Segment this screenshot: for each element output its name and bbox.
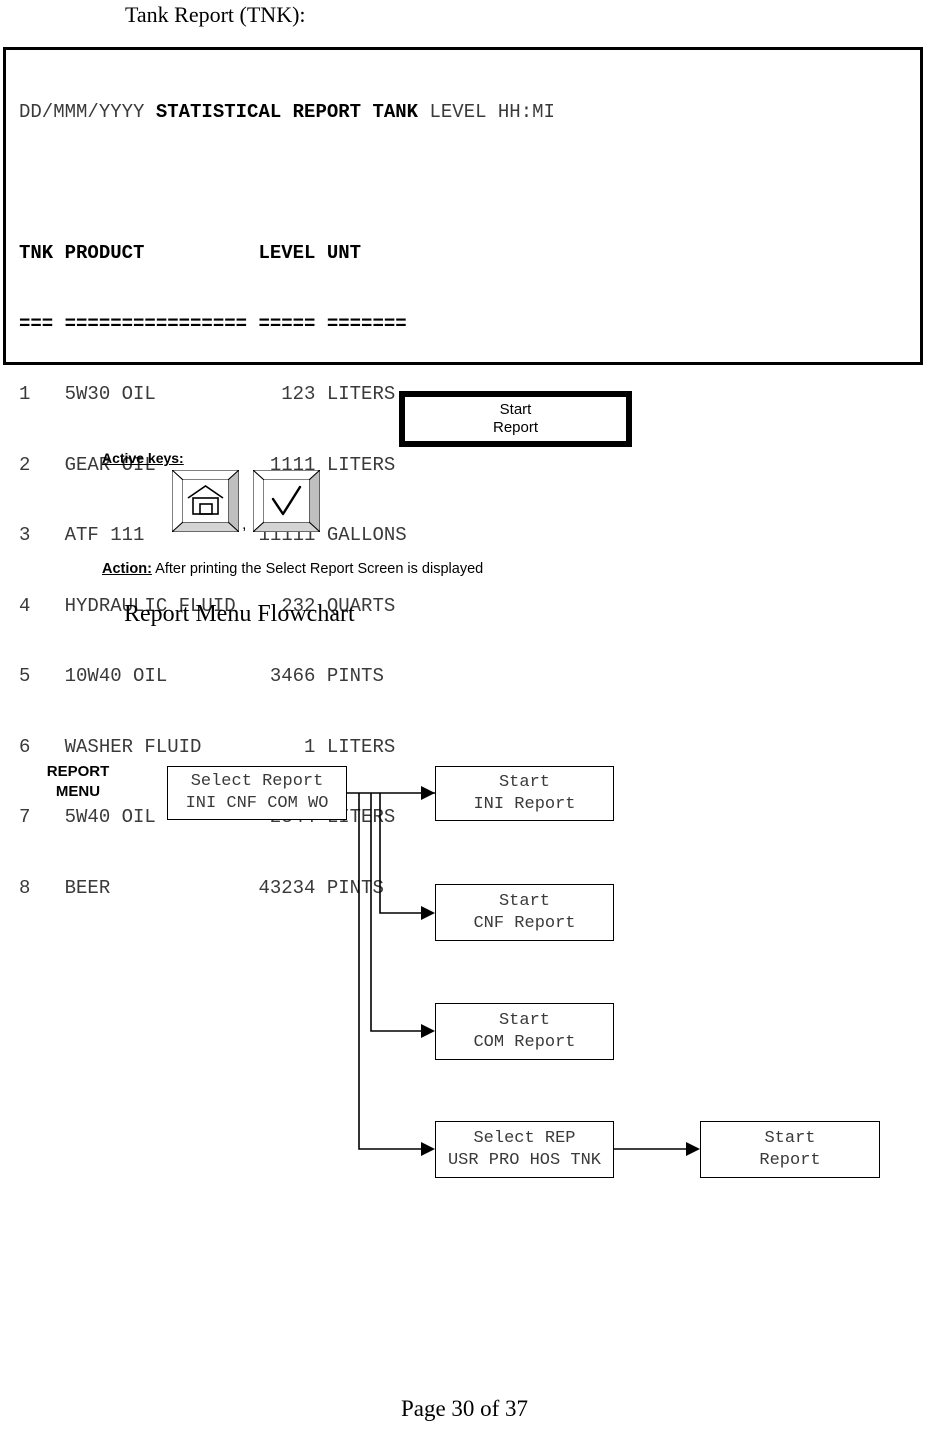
report-title: STATISTICAL REPORT TANK [155,101,419,123]
table-row: 5 10W40 OIL 3466 PINTS [19,665,384,687]
table-row: 6 WASHER FLUID 1 LITERS [19,735,396,758]
report-spacer [19,172,555,196]
flow-node-line1: Select REP [473,1128,576,1148]
page-footer: Page 30 of 37 [400,1396,529,1421]
flow-node-line1: Start [498,891,550,911]
report-menu-label: REPORT MENU [28,762,128,802]
check-icon [264,480,309,522]
flow-node-line2: INI Report [473,794,576,814]
flow-node-select-report[interactable]: Select Report INI CNF COM WO [167,766,347,820]
flow-node-start-report[interactable]: Start Report [700,1121,880,1178]
active-keys-label: Active keys: [102,450,184,466]
keys-separator: , [242,516,247,533]
home-key[interactable] [172,470,239,532]
flow-node-line1: Start [498,772,550,792]
flow-node-line2: Report [759,1150,821,1170]
action-text: After printing the Select Report Screen … [151,561,484,577]
start-report-button-label-line1: Start [499,401,532,418]
flow-node-line1: Select Report [190,772,324,791]
action-label: Action: [102,561,152,577]
home-icon [183,480,228,522]
flow-node-line1: Start [498,1010,550,1030]
report-date: DD/MMM/YYYY [19,101,145,123]
flow-node-start-cnf-report[interactable]: Start CNF Report [435,884,614,941]
tank-report-printout: DD/MMM/YYYY STATISTICAL REPORT TANK LEVE… [3,47,923,899]
report-header-suffix: LEVEL HH:MI [429,101,555,123]
action-line: Action: After printing the Select Report… [102,561,483,577]
flow-node-start-ini-report[interactable]: Start INI Report [435,766,614,821]
start-report-button-label-line2: Report [492,419,539,436]
enter-key[interactable] [253,470,320,532]
flow-node-line2: COM Report [473,1032,576,1052]
report-menu-label-line1: REPORT [46,763,110,780]
start-report-button-face: Start Report [403,395,628,443]
flow-node-start-com-report[interactable]: Start COM Report [435,1003,614,1060]
flowchart-title: Report Menu Flowchart [124,601,355,627]
start-report-button[interactable]: Start Report [399,391,632,447]
report-header-line: DD/MMM/YYYY STATISTICAL REPORT TANK LEVE… [19,101,555,125]
flow-node-line2: INI CNF COM WO [185,794,329,813]
report-separator: === ================ ===== ======= [19,312,407,335]
flow-node-select-rep[interactable]: Select REP USR PRO HOS TNK [435,1121,614,1178]
page-title: Tank Report (TNK): [125,2,306,27]
flow-node-line1: Start [764,1128,816,1148]
report-menu-label-line2: MENU [55,783,101,800]
report-column-headers: TNK PRODUCT LEVEL UNT [19,242,362,264]
flow-node-line2: CNF Report [473,913,576,933]
flow-node-line2: USR PRO HOS TNK [447,1150,602,1170]
